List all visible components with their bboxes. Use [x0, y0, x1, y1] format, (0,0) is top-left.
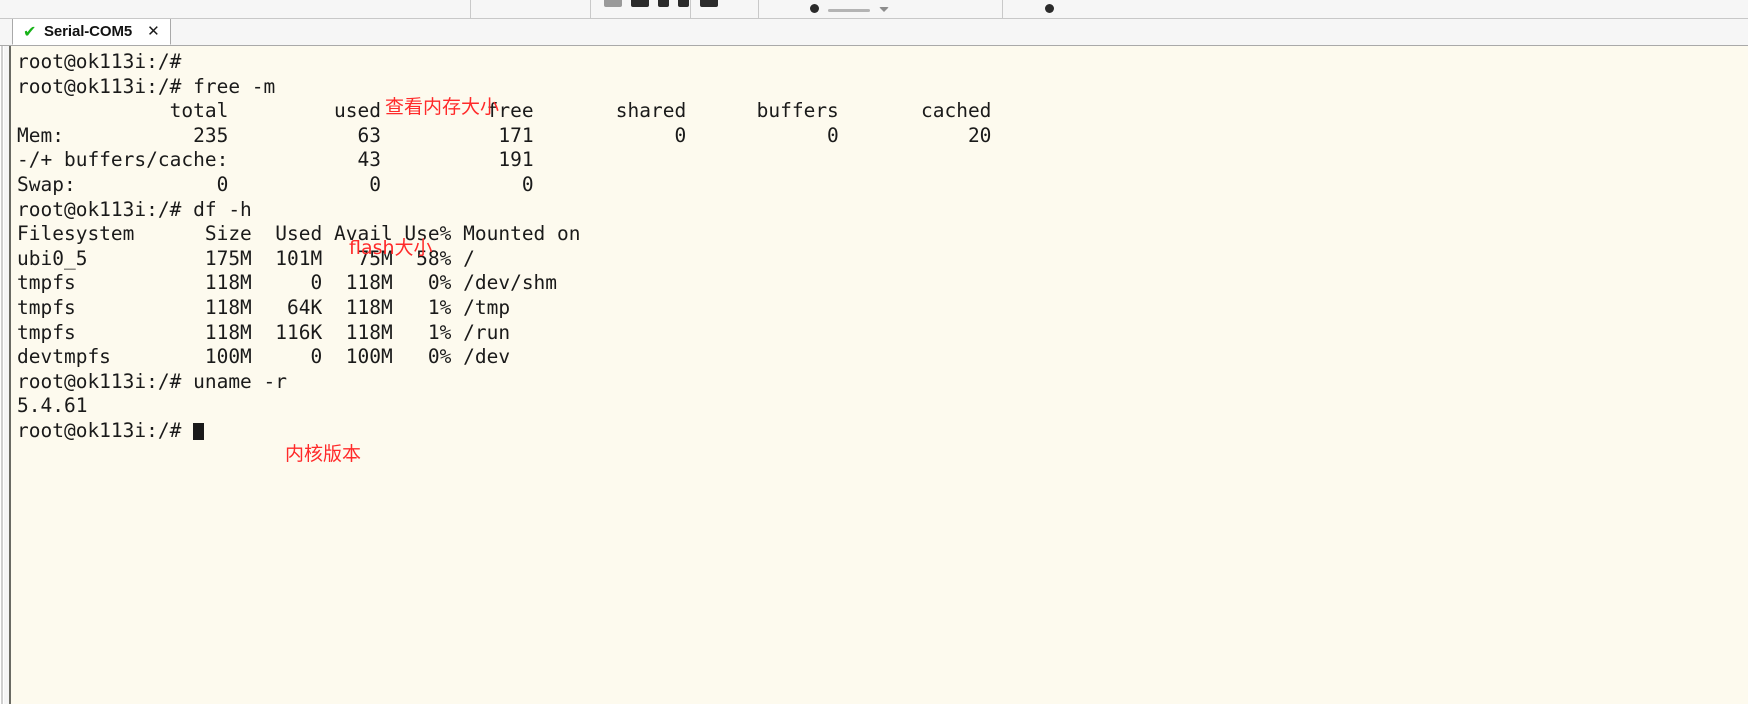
toolbar-separator-2	[590, 0, 591, 18]
toolbar-separator-3	[690, 0, 691, 18]
chevron-down-icon[interactable]	[879, 6, 889, 12]
toolbar-strip	[0, 0, 1748, 19]
toolbar-separator-5	[1002, 0, 1003, 18]
toolbar-group-4	[1045, 0, 1054, 18]
terminal-content: root@ok113i:/# root@ok113i:/# free -m tot…	[11, 46, 1748, 444]
annotation-label: 内核版本	[285, 443, 362, 465]
terminal-line: Filesystem Size Used Avail Use% Mounted …	[17, 222, 581, 246]
toolbar-icon-small-b[interactable]	[678, 0, 689, 7]
terminal-line: devtmpfs 100M 0 100M 0% /dev	[17, 345, 511, 369]
terminal-line: ubi0_5 175M 101M 75M 58% /	[17, 246, 475, 270]
toolbar-separator-4	[758, 0, 759, 18]
terminal-cursor	[193, 422, 205, 440]
terminal-screen[interactable]: root@ok113i:/# root@ok113i:/# free -m tot…	[9, 46, 1748, 704]
toolbar-icon-dot-dark[interactable]	[1045, 3, 1054, 13]
toolbar-separator-1	[470, 0, 471, 18]
terminal-line: Mem: 235 63 171 0 0 20	[17, 123, 992, 147]
terminal-line: -/+ buffers/cache: 43 191	[17, 148, 534, 172]
toolbar-group-1	[604, 0, 689, 18]
terminal-line: tmpfs 118M 116K 118M 1% /run	[17, 320, 511, 344]
terminal-line: root@ok113i:/#	[17, 419, 1748, 444]
toolbar-icon-dark[interactable]	[631, 0, 649, 7]
toolbar-icon-thin[interactable]	[828, 8, 870, 12]
tab-bar: ✔ Serial-COM5 ✕	[0, 19, 1748, 46]
tab-title: Serial-COM5	[44, 23, 133, 40]
terminal-line: root@ok113i:/# df -h	[17, 197, 252, 221]
tab-serial-com5[interactable]: ✔ Serial-COM5 ✕	[12, 19, 171, 45]
close-icon[interactable]: ✕	[147, 24, 160, 39]
terminal-line: root@ok113i:/#	[17, 50, 182, 73]
terminal-line: total used free shared buffers cached	[17, 99, 992, 123]
terminal-line: 5.4.61	[17, 394, 88, 418]
terminal-line: tmpfs 118M 64K 118M 1% /tmp	[17, 295, 511, 319]
terminal-wrapper: root@ok113i:/# root@ok113i:/# free -m tot…	[0, 46, 1748, 704]
terminal-line: root@ok113i:/# free -m	[17, 74, 276, 98]
terminal-line: tmpfs 118M 0 118M 0% /dev/shm	[17, 271, 558, 295]
toolbar-icon-dot[interactable]	[810, 3, 819, 13]
annotation-label: 查看内存大小	[385, 96, 500, 118]
terminal-line: Swap: 0 0 0	[17, 172, 534, 196]
toolbar-icon-light[interactable]	[604, 0, 622, 7]
terminal-line: root@ok113i:/# uname -r	[17, 369, 288, 393]
toolbar-icon-small-a[interactable]	[658, 0, 669, 7]
toolbar-icon-dark-2[interactable]	[700, 0, 718, 7]
terminal-left-gutter	[0, 46, 4, 704]
annotation-label: flash大小	[349, 237, 433, 259]
toolbar-group-2	[700, 0, 718, 18]
check-icon: ✔	[23, 21, 37, 41]
toolbar-group-3	[810, 0, 889, 18]
